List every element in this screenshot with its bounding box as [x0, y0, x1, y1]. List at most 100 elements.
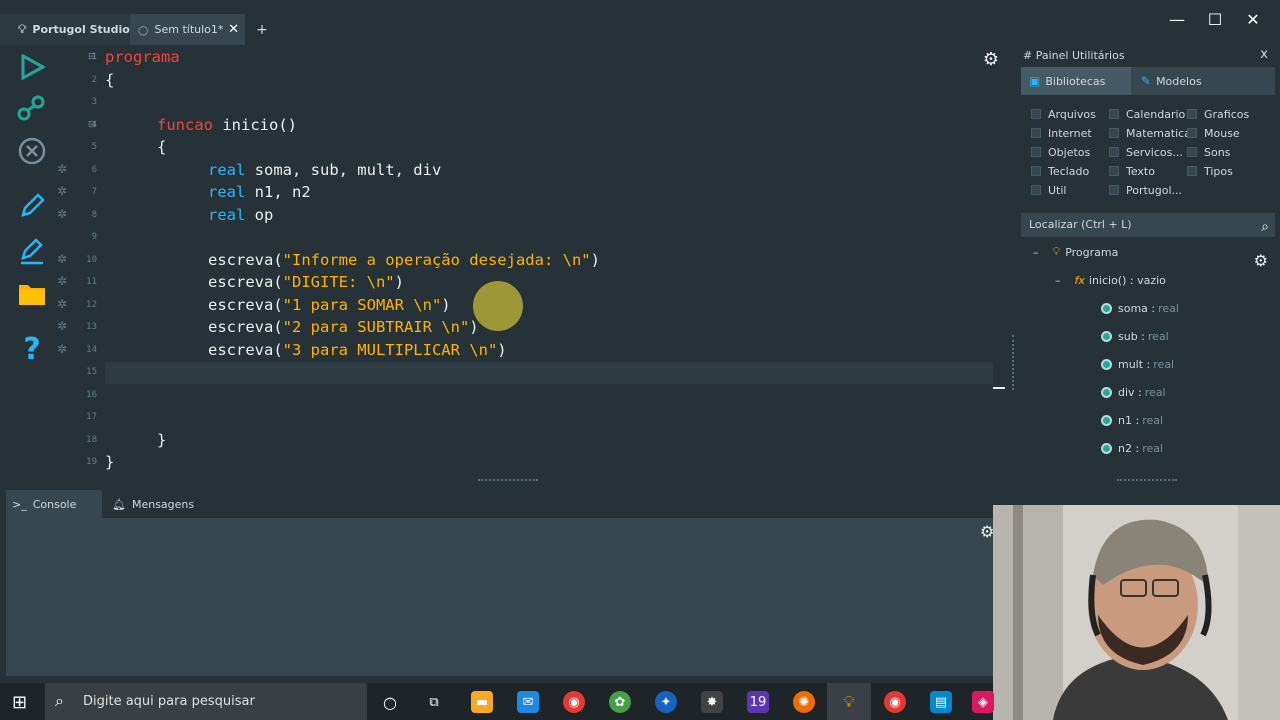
code-line[interactable]: {: [105, 69, 114, 91]
app-green-icon[interactable]: ✿: [609, 691, 631, 713]
tree-variable[interactable]: n2 : real: [1101, 438, 1163, 458]
library-checkbox[interactable]: Calendario: [1109, 105, 1185, 123]
tree-root[interactable]: – 💡︎ Programa: [1033, 245, 1118, 262]
new-tab-button[interactable]: +: [252, 14, 272, 45]
chrome-icon-2[interactable]: ◉: [884, 691, 906, 713]
tab-console[interactable]: >_ Console: [6, 490, 102, 518]
breakpoint-bug-icon[interactable]: ✲: [57, 252, 67, 266]
file-explorer-icon[interactable]: ▬: [471, 691, 493, 713]
maximize-button[interactable]: ☐: [1200, 10, 1230, 29]
close-panel-button[interactable]: x: [1260, 47, 1268, 62]
mail-icon[interactable]: ✉: [517, 691, 539, 713]
tab-document[interactable]: ○ Sem título1* ✕: [130, 14, 245, 45]
tab-messages[interactable]: 🔔︎ Mensagens: [108, 490, 194, 518]
breakpoint-bug-icon[interactable]: ✲: [57, 184, 67, 198]
code-line[interactable]: escreva("2 para SUBTRAIR \n"): [208, 316, 479, 338]
console-output[interactable]: [6, 518, 996, 676]
app-color-wheel-icon[interactable]: ✺: [793, 691, 815, 713]
fold-icon[interactable]: ⊟: [88, 52, 96, 62]
library-checkbox[interactable]: Matematica: [1109, 124, 1191, 142]
taskbar-search[interactable]: ⌕ Digite aqui para pesquisar: [45, 683, 367, 720]
library-checkbox[interactable]: Texto: [1109, 162, 1155, 180]
run-button[interactable]: [12, 47, 52, 87]
library-checkbox[interactable]: Arquivos: [1031, 105, 1096, 123]
app-pink-icon[interactable]: ◈: [972, 691, 994, 713]
tree-variable[interactable]: n1 : real: [1101, 410, 1163, 430]
breakpoint-bug-icon[interactable]: ✲: [57, 297, 67, 311]
checkbox-icon[interactable]: [1031, 109, 1041, 119]
tab-portugol-studio[interactable]: 💡︎ Portugol Studio: [0, 14, 130, 45]
checkbox-icon[interactable]: [1031, 185, 1041, 195]
code-line[interactable]: real soma, sub, mult, div: [208, 159, 441, 181]
breakpoint-bug-icon[interactable]: ✲: [57, 162, 67, 176]
tree-function[interactable]: – fx inicio() : vazio: [1055, 270, 1166, 290]
code-line[interactable]: {: [157, 136, 166, 158]
library-checkbox[interactable]: Util: [1031, 181, 1066, 199]
edit-button[interactable]: [12, 186, 52, 226]
app-blue-icon[interactable]: ✦: [655, 691, 677, 713]
app-window-icon[interactable]: ▤: [930, 691, 952, 713]
cortana-icon[interactable]: ○: [379, 691, 401, 713]
collapse-icon[interactable]: –: [1055, 274, 1061, 287]
app-dark-icon[interactable]: ✸: [701, 691, 723, 713]
tab-libraries[interactable]: ▣ Bibliotecas: [1021, 67, 1131, 95]
breakpoint-bug-icon[interactable]: ✲: [57, 342, 67, 356]
code-line[interactable]: escreva("3 para MULTIPLICAR \n"): [208, 339, 507, 361]
windows-start-icon[interactable]: ⊞: [12, 692, 27, 713]
library-checkbox[interactable]: Graficos: [1187, 105, 1249, 123]
gear-icon[interactable]: ⚙: [983, 49, 999, 70]
tree-variable[interactable]: div : real: [1101, 382, 1166, 402]
collapse-icon[interactable]: –: [1033, 246, 1039, 259]
edit-alt-button[interactable]: [12, 231, 52, 271]
library-checkbox[interactable]: Servicos...: [1109, 143, 1183, 161]
tree-variable[interactable]: mult : real: [1101, 354, 1174, 374]
code-line[interactable]: escreva("1 para SOMAR \n"): [208, 294, 451, 316]
checkbox-icon[interactable]: [1109, 109, 1119, 119]
checkbox-icon[interactable]: [1109, 185, 1119, 195]
chrome-icon[interactable]: ◉: [563, 691, 585, 713]
minimize-button[interactable]: —: [1162, 10, 1192, 29]
tab-models[interactable]: ✎ Modelos: [1133, 67, 1202, 95]
code-line[interactable]: programa: [105, 46, 180, 68]
debug-button[interactable]: [12, 87, 52, 127]
library-checkbox[interactable]: Teclado: [1031, 162, 1089, 180]
breakpoint-bug-icon[interactable]: ✲: [57, 207, 67, 221]
checkbox-icon[interactable]: [1187, 128, 1197, 138]
library-checkbox[interactable]: Internet: [1031, 124, 1092, 142]
checkbox-icon[interactable]: [1031, 166, 1041, 176]
code-line[interactable]: escreva("DIGITE: \n"): [208, 271, 404, 293]
close-tab-icon[interactable]: ✕: [228, 22, 239, 37]
checkbox-icon[interactable]: [1187, 147, 1197, 157]
checkbox-icon[interactable]: [1109, 128, 1119, 138]
library-checkbox[interactable]: Mouse: [1187, 124, 1240, 142]
close-window-button[interactable]: ✕: [1238, 10, 1268, 29]
fold-icon[interactable]: ⊟: [88, 120, 96, 130]
checkbox-icon[interactable]: [1109, 147, 1119, 157]
library-checkbox[interactable]: Tipos: [1187, 162, 1233, 180]
search-input[interactable]: Localizar (Ctrl + L) ⌕: [1021, 213, 1275, 237]
task-view-icon[interactable]: ⧉: [423, 691, 445, 713]
code-line[interactable]: }: [157, 429, 166, 451]
library-checkbox[interactable]: Objetos: [1031, 143, 1090, 161]
portugol-lightbulb-icon[interactable]: 💡︎: [838, 691, 860, 713]
stop-button[interactable]: [12, 131, 52, 171]
checkbox-icon[interactable]: [1187, 166, 1197, 176]
app-19-icon[interactable]: 19: [747, 691, 769, 713]
code-line[interactable]: escreva("Informe a operação desejada: \n…: [208, 249, 600, 271]
panel-scroll-handle[interactable]: [1117, 479, 1177, 483]
checkbox-icon[interactable]: [1109, 166, 1119, 176]
open-folder-button[interactable]: [12, 274, 52, 314]
tree-variable[interactable]: sub : real: [1101, 326, 1169, 346]
help-button[interactable]: ?: [12, 329, 52, 369]
code-line[interactable]: funcao inicio(): [157, 114, 297, 136]
code-line[interactable]: }: [105, 451, 114, 473]
checkbox-icon[interactable]: [1031, 147, 1041, 157]
vertical-scroll-handle[interactable]: [1012, 335, 1014, 390]
checkbox-icon[interactable]: [1187, 109, 1197, 119]
library-checkbox[interactable]: Portugol...: [1109, 181, 1182, 199]
scroll-handle[interactable]: [478, 479, 538, 483]
search-icon[interactable]: ⌕: [1261, 215, 1269, 239]
code-editor[interactable]: ⚙ 1 ⊟ programa 2{3 4 ⊟ funcao inicio() 5{6 ✲ real…: [55, 45, 1015, 485]
breakpoint-bug-icon[interactable]: ✲: [57, 274, 67, 288]
code-line[interactable]: real n1, n2: [208, 181, 311, 203]
